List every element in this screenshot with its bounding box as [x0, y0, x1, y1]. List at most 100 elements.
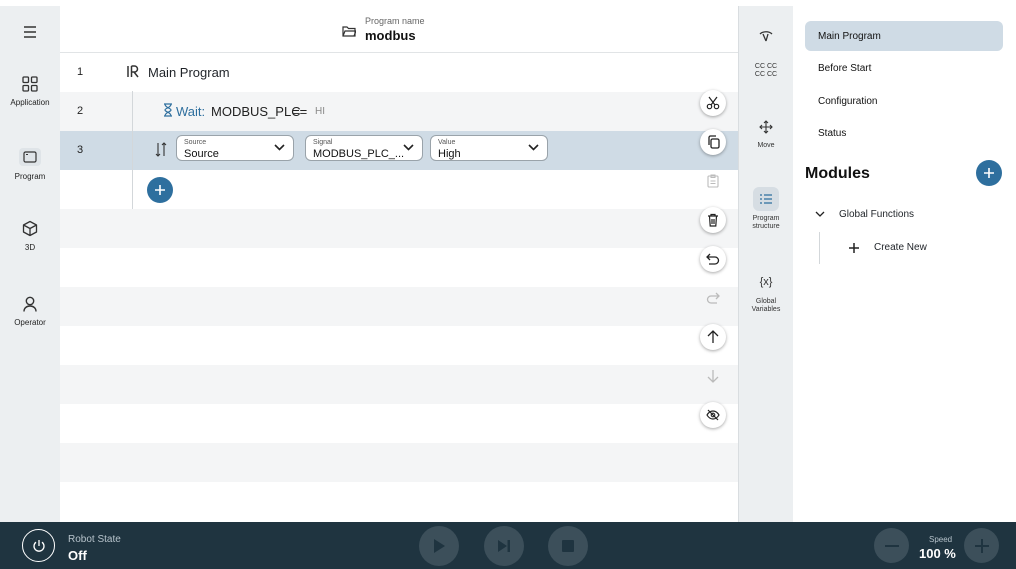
program-row-2[interactable]: 2 Wait: MODBUS_PLC == HI: [60, 92, 738, 131]
structure-main-program[interactable]: Main Program: [805, 21, 1003, 51]
chevron-down-icon: [528, 144, 539, 151]
hamburger-icon: [24, 26, 36, 38]
power-button[interactable]: [22, 529, 55, 562]
stop-button[interactable]: [548, 526, 588, 566]
empty-row: [60, 209, 738, 248]
plus-icon: [155, 185, 165, 195]
rail-cc-line1: CC CC: [754, 63, 778, 70]
main-program-label: Main Program: [148, 65, 230, 80]
program-row-3[interactable]: 3 Source Source Signal MODBUS_PLC_... Va…: [60, 131, 738, 170]
rail-robot[interactable]: [739, 30, 793, 45]
program-row-1[interactable]: 1 Main Program: [60, 53, 738, 92]
structure-configuration-label: Configuration: [818, 96, 878, 107]
hide-button[interactable]: [700, 402, 726, 428]
row-number: 2: [77, 105, 84, 117]
structure-before-start[interactable]: Before Start: [805, 53, 1003, 83]
screen-icon: [23, 151, 37, 163]
move-down-button[interactable]: [700, 363, 726, 389]
value-dropdown[interactable]: Value High: [430, 135, 548, 161]
menu-button[interactable]: [0, 26, 60, 38]
rail-global-variables[interactable]: {x} Global Variables: [739, 276, 793, 314]
signal-dropdown-value: MODBUS_PLC_...: [313, 148, 405, 160]
plus-icon: [974, 538, 989, 553]
structure-status-label: Status: [818, 128, 847, 139]
person-icon: [23, 296, 37, 312]
eye-off-icon: [706, 409, 720, 421]
program-structure-panel: Main Program Before Start Configuration …: [793, 6, 1016, 522]
source-dropdown[interactable]: Source Source: [176, 135, 294, 161]
value-dropdown-value: High: [438, 148, 461, 160]
empty-row: [60, 482, 738, 522]
global-functions-group[interactable]: Global Functions: [815, 208, 995, 224]
rail-move[interactable]: Move: [739, 120, 793, 150]
rail-global-label-2: Variables: [751, 306, 781, 313]
speed-label: Speed: [929, 535, 953, 544]
stop-icon: [562, 540, 574, 552]
trash-icon: [708, 213, 718, 227]
paste-button[interactable]: [700, 168, 726, 194]
scissors-icon: [706, 96, 720, 110]
speed-increase-button[interactable]: [964, 528, 999, 563]
nav-application-label: Application: [10, 98, 50, 107]
create-new-button[interactable]: Create New: [848, 240, 968, 256]
add-module-button[interactable]: [976, 160, 1002, 186]
program-header: Program name modbus: [60, 6, 738, 53]
structure-configuration[interactable]: Configuration: [805, 86, 1003, 116]
empty-row: [60, 326, 738, 365]
nav-3d[interactable]: 3D: [0, 220, 60, 252]
move-up-button[interactable]: [700, 324, 726, 350]
copy-icon: [707, 135, 720, 149]
program-name[interactable]: modbus: [365, 28, 416, 43]
signal-dropdown-label: Signal: [313, 139, 333, 146]
indent-guide: [132, 91, 133, 209]
nav-program[interactable]: Program: [0, 148, 60, 181]
empty-row: [60, 248, 738, 287]
list-icon: [760, 194, 772, 204]
empty-row: [60, 365, 738, 404]
wait-keyword: Wait:: [176, 104, 206, 119]
wait-operator: ==: [292, 104, 308, 119]
undo-button[interactable]: [700, 246, 726, 272]
copy-button[interactable]: [700, 129, 726, 155]
chevron-down-icon: [815, 211, 825, 217]
set-output-icon: [155, 142, 167, 157]
speed-value: 100 %: [919, 546, 956, 561]
undo-icon: [706, 253, 720, 265]
step-forward-icon: [498, 540, 510, 552]
create-new-label: Create New: [874, 242, 927, 253]
grid-icon: [22, 76, 38, 92]
signal-dropdown[interactable]: Signal MODBUS_PLC_...: [305, 135, 423, 161]
source-dropdown-label: Source: [184, 139, 207, 146]
plus-icon: [849, 243, 859, 253]
redo-icon: [706, 292, 720, 304]
add-command-button[interactable]: [147, 177, 173, 203]
rail-program-structure[interactable]: Program structure: [739, 187, 793, 231]
rail-cc[interactable]: CC CC CC CC: [739, 63, 793, 79]
arrow-down-icon: [707, 370, 719, 383]
cut-button[interactable]: [700, 90, 726, 116]
clipboard-icon: [707, 174, 719, 188]
empty-row: [60, 404, 738, 443]
rail-program-structure-label-1: Program: [752, 215, 780, 222]
wait-signal: MODBUS_PLC: [211, 104, 301, 119]
hourglass-icon: [164, 103, 172, 117]
redo-button[interactable]: [700, 285, 726, 311]
nav-operator[interactable]: Operator: [0, 296, 60, 327]
tool-rail: CC CC CC CC Move Program structure {x} G…: [738, 6, 793, 522]
robot-state-label: Robot State: [68, 534, 121, 545]
move-icon: [759, 120, 773, 134]
play-icon: [434, 539, 445, 553]
play-button[interactable]: [419, 526, 459, 566]
program-editor: Program name modbus 1 Main Program 2 Wai…: [60, 6, 738, 522]
delete-button[interactable]: [700, 207, 726, 233]
power-icon: [32, 539, 45, 552]
structure-main-program-label: Main Program: [818, 31, 881, 42]
program-name-label: Program name: [365, 16, 425, 26]
nav-3d-label: 3D: [24, 243, 36, 252]
structure-status[interactable]: Status: [805, 118, 1003, 148]
program-row-add: [60, 170, 738, 209]
nav-application[interactable]: Application: [0, 76, 60, 107]
step-button[interactable]: [484, 526, 524, 566]
row-number: 3: [77, 144, 84, 156]
speed-decrease-button[interactable]: [874, 528, 909, 563]
